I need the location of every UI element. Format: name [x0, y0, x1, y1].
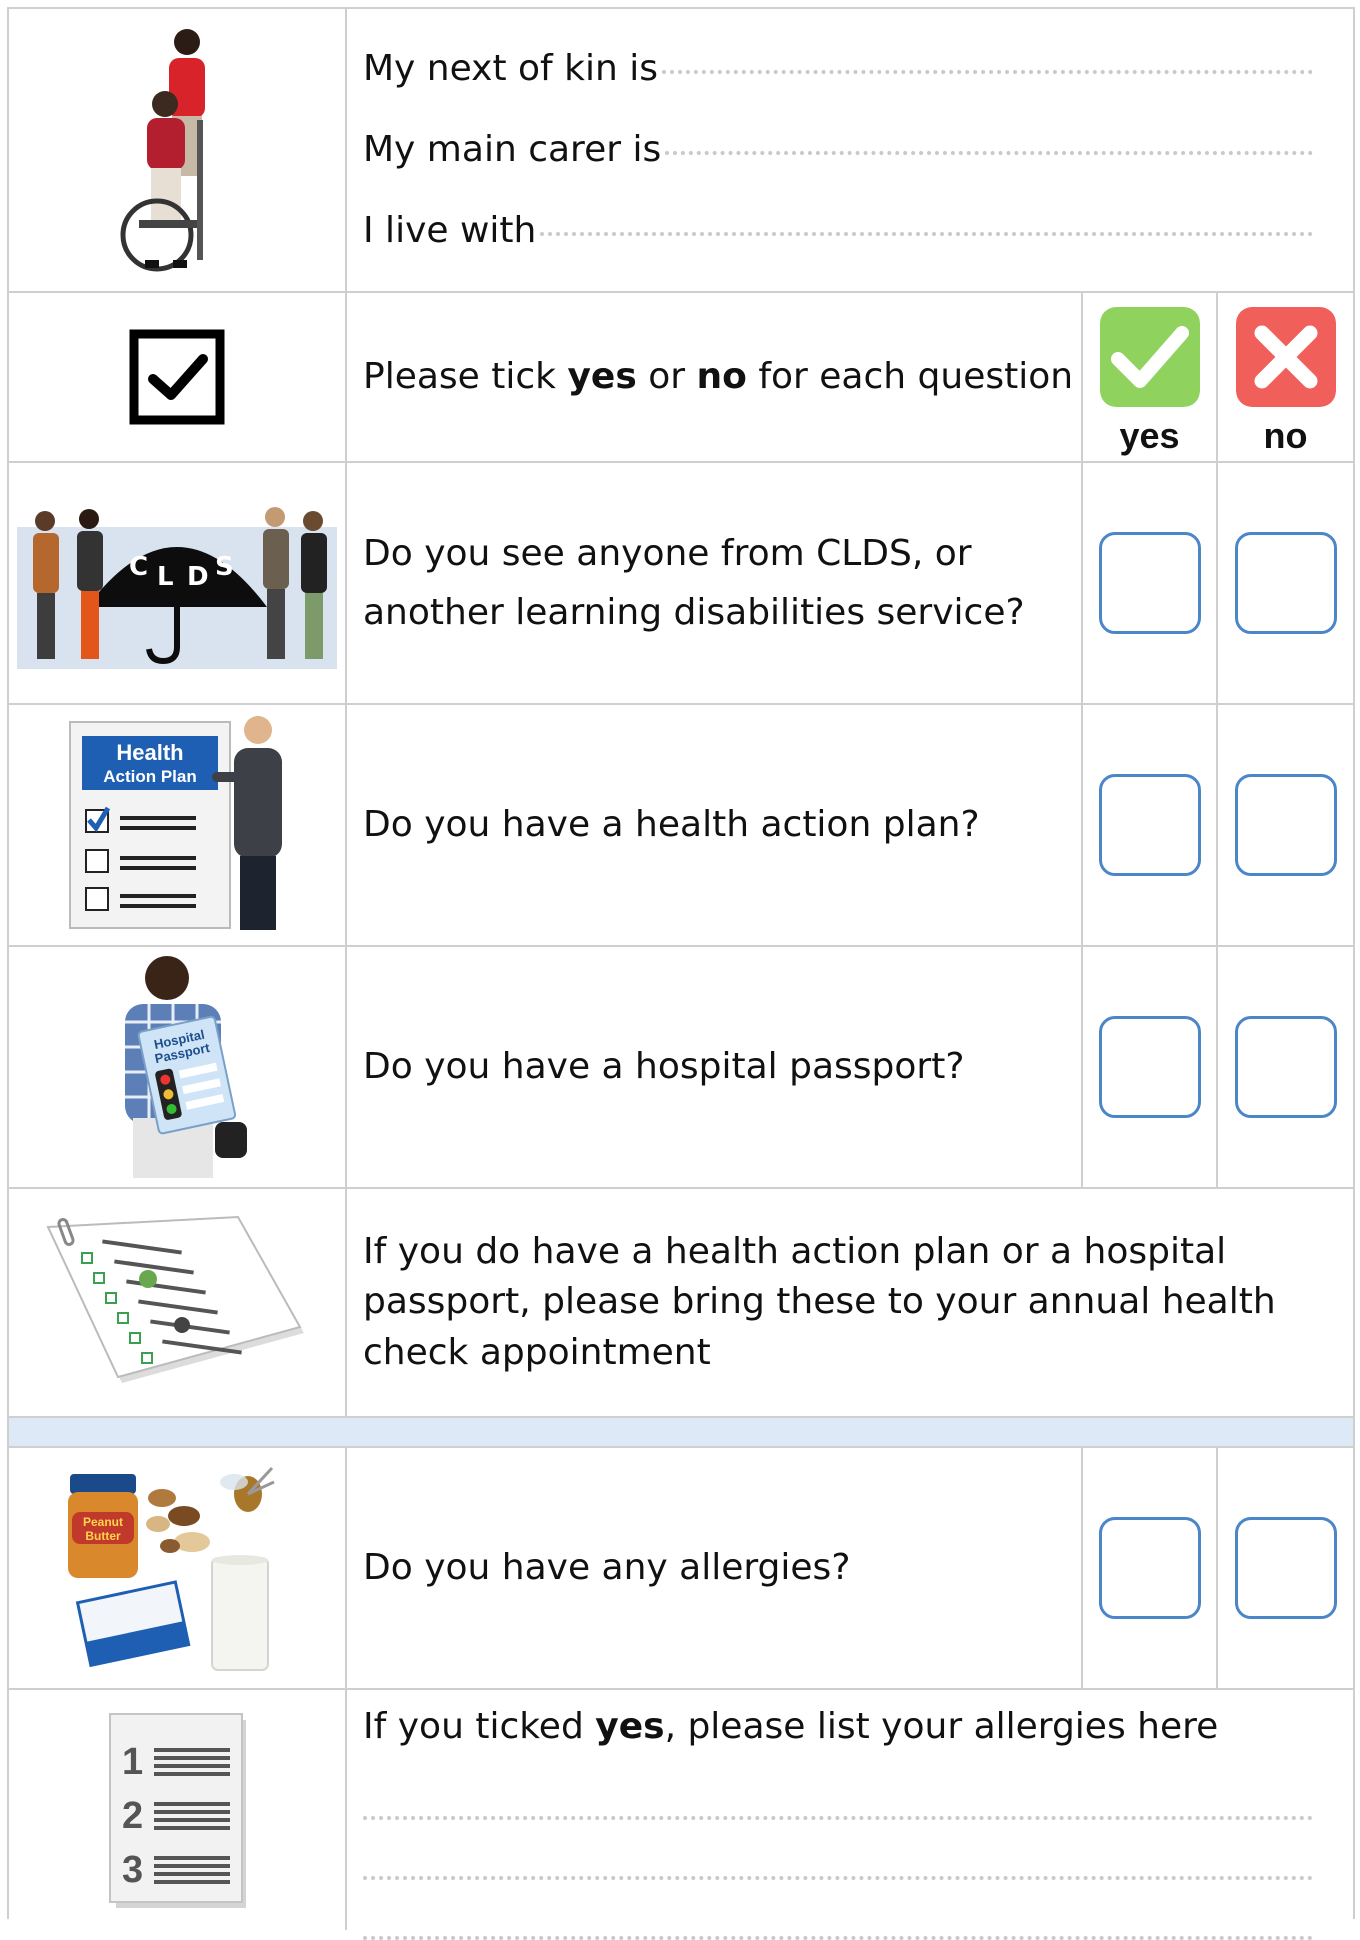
clds-no-cell: [1218, 463, 1353, 703]
passport-question-text: Do you have a hospital passport?: [363, 1045, 965, 1087]
wheelchair-carer-image: [9, 9, 347, 291]
umbrella-letter-l: L: [157, 562, 174, 592]
health-plan-title-1: Health: [116, 740, 183, 765]
easy-read-form: My next of kin is My main carer is I liv…: [7, 7, 1355, 1940]
question-row-passport: Hospital Passport Do you have a hospital…: [9, 947, 1353, 1189]
health-plan-yes-cell: [1083, 705, 1218, 945]
question-row-allergies: Peanut Butter Do you have any allergies?: [9, 1448, 1353, 1690]
instructions-no-word: no: [696, 355, 747, 397]
passport-yes-cell: [1083, 947, 1218, 1187]
clds-question: Do you see anyone from CLDS, or another …: [349, 463, 1083, 703]
instructions-text: Please tick yes or no for each question: [349, 293, 1083, 461]
allergens-image: Peanut Butter: [9, 1448, 347, 1688]
no-header-label: no: [1263, 415, 1308, 456]
next-of-kin-field[interactable]: [662, 69, 1313, 74]
bring-note: If you do have a health action plan or a…: [349, 1189, 1353, 1416]
health-plan-image: Health Action Plan: [9, 705, 347, 945]
main-carer-line[interactable]: My main carer is: [363, 125, 1353, 175]
allergens-icon: Peanut Butter: [68, 1466, 275, 1671]
clds-no-checkbox[interactable]: [1234, 532, 1337, 634]
umbrella-letter-c: C: [129, 552, 148, 582]
passport-no-checkbox[interactable]: [1234, 1016, 1337, 1118]
allergies-no-cell: [1218, 1448, 1353, 1688]
documents-pile-icon: [46, 1215, 304, 1383]
clds-yes-checkbox[interactable]: [1098, 532, 1201, 634]
hospital-passport-icon: Hospital Passport: [125, 956, 247, 1178]
allergies-question-text: Do you have any allergies?: [363, 1546, 851, 1588]
live-with-line[interactable]: I live with: [363, 206, 1353, 256]
live-with-field[interactable]: [540, 231, 1313, 236]
numbered-list-image: 1 2 3: [9, 1690, 347, 1930]
health-plan-question: Do you have a health action plan?: [349, 705, 1083, 945]
bring-note-text: If you do have a health action plan or a…: [363, 1230, 1276, 1373]
allergy-line-1[interactable]: [363, 1816, 1313, 1821]
allergy-list: If you ticked yes, please list your alle…: [349, 1690, 1353, 1940]
umbrella-letter-d: D: [187, 562, 209, 592]
health-plan-title-2: Action Plan: [103, 767, 197, 786]
yes-header: yes: [1083, 293, 1218, 461]
allergy-line-3[interactable]: [363, 1936, 1313, 1940]
wheelchair-carer-icon: [120, 29, 205, 272]
clds-umbrella-icon: C L D S: [17, 507, 337, 669]
instructions-middle: or: [636, 355, 697, 397]
documents-image: [9, 1189, 347, 1416]
contacts-fields: My next of kin is My main carer is I liv…: [349, 9, 1353, 291]
yes-header-label: yes: [1119, 415, 1180, 456]
instructions-yes-word: yes: [567, 355, 637, 397]
hospital-passport-image: Hospital Passport: [9, 947, 347, 1187]
question-row-health-plan: Health Action Plan Do you have a health …: [9, 705, 1353, 947]
peanut-label-2: Butter: [85, 1529, 121, 1543]
health-plan-no-checkbox[interactable]: [1234, 774, 1337, 876]
allergy-line-2[interactable]: [363, 1876, 1313, 1881]
allergy-list-suffix: , please list your allergies here: [664, 1706, 1219, 1747]
main-carer-label: My main carer is: [363, 128, 662, 170]
live-with-label: I live with: [363, 209, 537, 251]
passport-yes-checkbox[interactable]: [1098, 1016, 1201, 1118]
numbered-list-icon: 1 2 3: [109, 1713, 246, 1908]
main-carer-field[interactable]: [665, 150, 1313, 155]
next-of-kin-label: My next of kin is: [363, 47, 659, 89]
health-plan-yes-checkbox[interactable]: [1098, 774, 1201, 876]
list-number-3: 3: [122, 1849, 143, 1891]
no-header: no: [1218, 293, 1353, 461]
instructions-suffix: for each question: [746, 355, 1074, 397]
allergies-question: Do you have any allergies?: [349, 1448, 1083, 1688]
red-cross-icon: [1235, 307, 1336, 407]
clds-question-text: Do you see anyone from CLDS, or another …: [363, 532, 1025, 633]
health-plan-no-cell: [1218, 705, 1353, 945]
passport-no-cell: [1218, 947, 1353, 1187]
health-plan-question-text: Do you have a health action plan?: [363, 803, 980, 845]
peanut-label-1: Peanut: [83, 1515, 123, 1529]
instructions-prefix: Please tick: [363, 355, 568, 397]
checkbox-tick-icon: [129, 329, 225, 425]
passport-question: Do you have a hospital passport?: [349, 947, 1083, 1187]
next-of-kin-line[interactable]: My next of kin is: [363, 44, 1353, 94]
list-number-2: 2: [122, 1795, 143, 1837]
allergy-list-heading: If you ticked yes, please list your alle…: [363, 1702, 1353, 1752]
green-tick-icon: [1099, 307, 1200, 407]
allergy-list-row: 1 2 3 If you ticked yes, please list you…: [9, 1690, 1353, 1940]
health-action-plan-icon: Health Action Plan: [69, 716, 282, 930]
allergies-yes-checkbox[interactable]: [1098, 1517, 1201, 1619]
question-row-clds: C L D S Do you see anyone from CLDS, or …: [9, 463, 1353, 705]
instructions-row: Please tick yes or no for each question …: [9, 293, 1353, 463]
clds-yes-cell: [1083, 463, 1218, 703]
clds-umbrella-image: C L D S: [9, 463, 347, 703]
section-separator: [9, 1418, 1353, 1448]
allergies-no-checkbox[interactable]: [1234, 1517, 1337, 1619]
checkbox-image: [9, 293, 347, 461]
allergy-list-prefix: If you ticked: [363, 1706, 596, 1747]
contacts-row: My next of kin is My main carer is I liv…: [9, 9, 1353, 293]
list-number-1: 1: [122, 1741, 143, 1783]
allergy-list-yes-word: yes: [595, 1706, 665, 1747]
instructions-sentence: Please tick yes or no for each question: [363, 352, 1081, 402]
umbrella-letter-s: S: [215, 552, 234, 582]
allergies-yes-cell: [1083, 1448, 1218, 1688]
bring-note-row: If you do have a health action plan or a…: [9, 1189, 1353, 1418]
